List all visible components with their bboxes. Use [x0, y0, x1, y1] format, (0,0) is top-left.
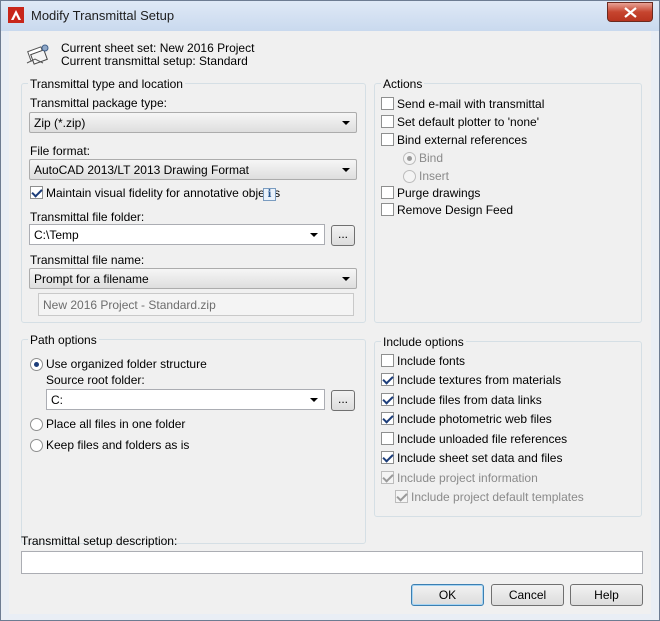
- send-email-checkbox[interactable]: [381, 97, 394, 110]
- include-project-info-checkbox[interactable]: [381, 471, 394, 484]
- include-unloaded-refs-label[interactable]: Include unloaded file references: [397, 432, 567, 446]
- include-project-templates-checkbox[interactable]: [395, 490, 408, 503]
- current-sheet-set: Current sheet set: New 2016 Project: [61, 41, 255, 55]
- description-label: Transmittal setup description:: [21, 534, 178, 548]
- organized-folder-radio[interactable]: [30, 358, 43, 371]
- remove-design-feed-label[interactable]: Remove Design Feed: [397, 203, 513, 217]
- folder-browse-button[interactable]: ...: [331, 225, 355, 246]
- include-photometric-label[interactable]: Include photometric web files: [397, 412, 552, 426]
- file-format-value: AutoCAD 2013/LT 2013 Drawing Format: [34, 163, 249, 177]
- chevron-down-icon: [342, 121, 350, 125]
- source-root-value: C:: [51, 393, 63, 407]
- default-plotter-checkbox[interactable]: [381, 115, 394, 128]
- keep-as-is-radio[interactable]: [30, 439, 43, 452]
- include-unloaded-refs-checkbox[interactable]: [381, 432, 394, 445]
- purge-drawings-label[interactable]: Purge drawings: [397, 186, 480, 200]
- chevron-down-icon: [342, 277, 350, 281]
- current-transmittal-setup: Current transmittal setup: Standard: [61, 54, 248, 68]
- dialog-client-area: Current sheet set: New 2016 Project Curr…: [9, 31, 651, 614]
- file-name-dropdown[interactable]: Prompt for a filename: [29, 268, 357, 289]
- keep-as-is-label[interactable]: Keep files and folders as is: [46, 438, 189, 452]
- cancel-button[interactable]: Cancel: [491, 584, 564, 606]
- file-name-value: Prompt for a filename: [34, 272, 149, 286]
- source-root-browse-button[interactable]: ...: [331, 390, 355, 411]
- remove-design-feed-checkbox[interactable]: [381, 203, 394, 216]
- folder-label: Transmittal file folder:: [30, 210, 145, 224]
- info-icon[interactable]: i: [263, 188, 276, 201]
- include-fonts-checkbox[interactable]: [381, 354, 394, 367]
- chevron-down-icon: [310, 233, 318, 237]
- purge-drawings-checkbox[interactable]: [381, 186, 394, 199]
- file-name-preview: New 2016 Project - Standard.zip: [43, 298, 216, 312]
- include-options-group-title: Include options: [381, 335, 466, 349]
- folder-combobox[interactable]: C:\Temp: [29, 224, 325, 245]
- package-type-dropdown[interactable]: Zip (*.zip): [29, 112, 357, 133]
- title-bar[interactable]: Modify Transmittal Setup: [1, 1, 659, 31]
- source-root-combobox[interactable]: C:: [46, 389, 325, 410]
- include-photometric-checkbox[interactable]: [381, 412, 394, 425]
- insert-radio[interactable]: [403, 170, 416, 183]
- chevron-down-icon: [342, 168, 350, 172]
- modify-transmittal-setup-dialog: Modify Transmittal Setup Current sheet s…: [0, 0, 660, 621]
- include-textures-label[interactable]: Include textures from materials: [397, 373, 561, 387]
- transmittal-package-icon: [26, 44, 49, 65]
- send-email-label[interactable]: Send e-mail with transmittal: [397, 97, 544, 111]
- package-type-value: Zip (*.zip): [34, 116, 86, 130]
- include-project-info-label[interactable]: Include project information: [397, 471, 538, 485]
- bind-radio[interactable]: [403, 152, 416, 165]
- maintain-fidelity-label[interactable]: Maintain visual fidelity for annotative …: [46, 186, 280, 200]
- file-name-label: Transmittal file name:: [30, 253, 145, 267]
- organized-folder-label[interactable]: Use organized folder structure: [46, 357, 207, 371]
- actions-group-title: Actions: [381, 77, 425, 91]
- all-in-one-folder-radio[interactable]: [30, 418, 43, 431]
- description-field[interactable]: [21, 551, 643, 574]
- file-format-label: File format:: [30, 144, 91, 158]
- all-in-one-folder-label[interactable]: Place all files in one folder: [46, 417, 185, 431]
- include-data-links-label[interactable]: Include files from data links: [397, 393, 542, 407]
- autocad-logo-icon: [8, 7, 24, 23]
- maintain-fidelity-checkbox[interactable]: [30, 186, 43, 199]
- include-sheet-set-data-checkbox[interactable]: [381, 451, 394, 464]
- help-button[interactable]: Help: [570, 584, 643, 606]
- path-options-group-title: Path options: [28, 333, 99, 347]
- include-fonts-label[interactable]: Include fonts: [397, 354, 465, 368]
- include-data-links-checkbox[interactable]: [381, 393, 394, 406]
- bind-label[interactable]: Bind: [419, 151, 443, 165]
- include-project-templates-label[interactable]: Include project default templates: [411, 490, 584, 504]
- include-sheet-set-data-label[interactable]: Include sheet set data and files: [397, 451, 562, 465]
- bind-xrefs-label[interactable]: Bind external references: [397, 133, 527, 147]
- package-type-label: Transmittal package type:: [30, 96, 167, 110]
- dialog-title: Modify Transmittal Setup: [31, 8, 175, 23]
- insert-label[interactable]: Insert: [419, 169, 449, 183]
- chevron-down-icon: [310, 398, 318, 402]
- close-button[interactable]: [607, 2, 653, 22]
- ok-button[interactable]: OK: [411, 584, 484, 606]
- source-root-label: Source root folder:: [46, 373, 145, 387]
- include-textures-checkbox[interactable]: [381, 373, 394, 386]
- file-format-dropdown[interactable]: AutoCAD 2013/LT 2013 Drawing Format: [29, 159, 357, 180]
- default-plotter-label[interactable]: Set default plotter to 'none': [397, 115, 539, 129]
- transmittal-type-group-title: Transmittal type and location: [28, 77, 185, 91]
- bind-xrefs-checkbox[interactable]: [381, 133, 394, 146]
- folder-value: C:\Temp: [34, 228, 79, 242]
- file-name-preview-field: New 2016 Project - Standard.zip: [38, 293, 354, 316]
- close-icon: [624, 7, 637, 18]
